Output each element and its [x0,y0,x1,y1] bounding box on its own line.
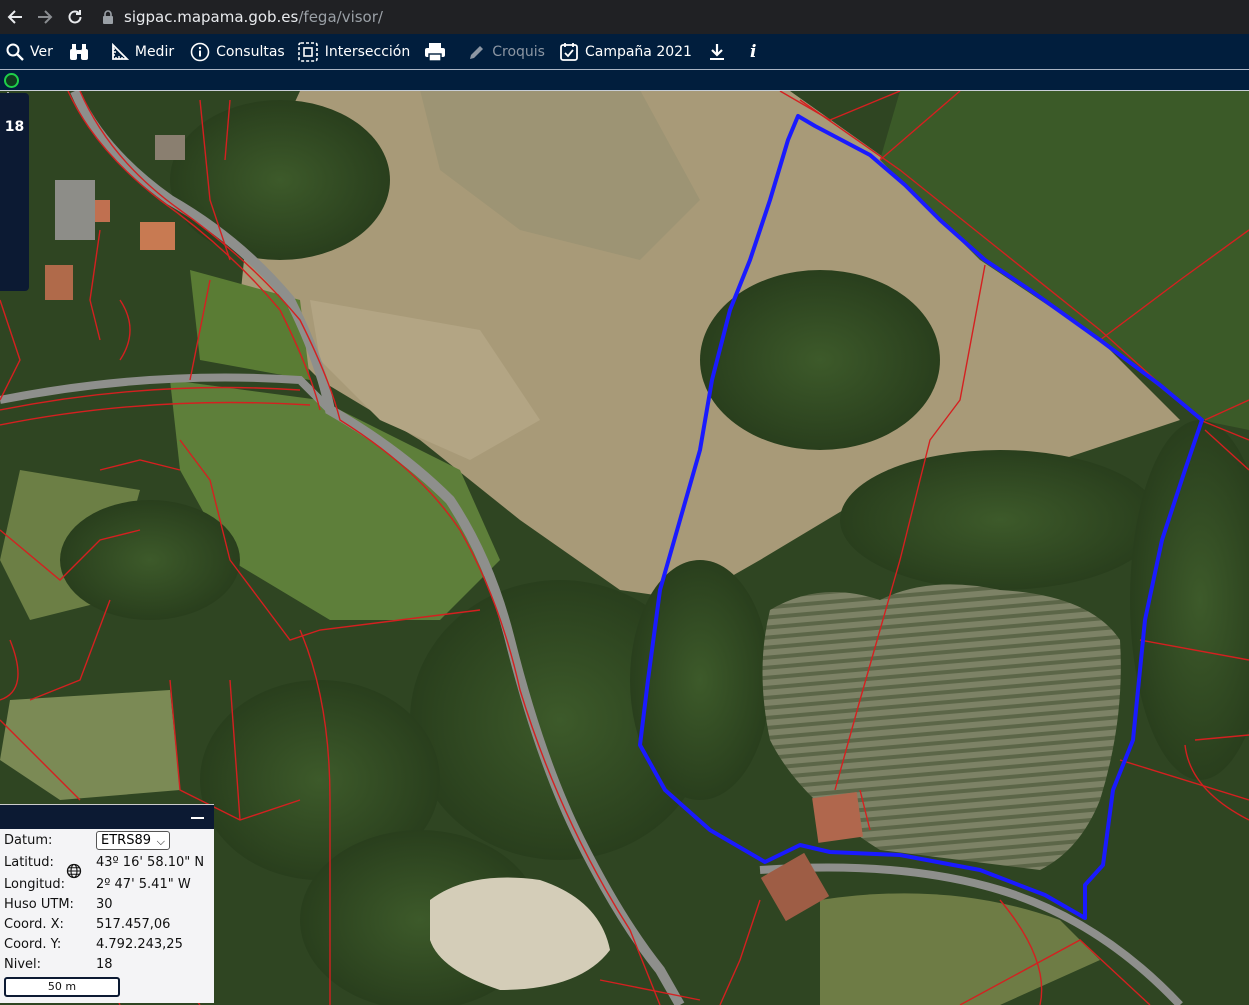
toolbar-info[interactable]: i [750,42,756,62]
info-italic-icon: i [749,41,757,62]
latitude-label: Latitud: [4,855,54,870]
toolbar-download[interactable] [708,43,732,61]
toolbar-croquis[interactable]: Croquis [468,43,545,61]
pencil-icon [470,45,484,59]
zoom-level-text: 18 [4,119,25,135]
browser-address-bar: sigpac.mapama.gob.es/fega/visor/ [0,0,1249,34]
zoom-level-indicator[interactable]: 18 [0,93,29,291]
toolbar-consultas[interactable]: Consultas [190,42,285,62]
forward-arrow-icon [38,10,53,24]
coord-x-value: 517.457,06 [96,917,171,932]
longitude-label: Longitud: [4,877,66,892]
huso-value: 30 [96,897,113,912]
binoculars-icon [69,43,88,60]
longitude-value: 2º 47' 5.41" W [96,877,191,892]
toolbar-print[interactable] [424,42,452,62]
toolbar-binoculars[interactable] [69,43,95,61]
search-icon [6,43,24,61]
app-toolbar: Ver Medir Consultas Intersección Croquis… [0,34,1249,70]
calendar-check-icon [560,42,578,61]
printer-icon [425,42,446,62]
toolbar-interseccion[interactable]: Intersección [297,41,410,63]
coord-y-label: Coord. Y: [4,937,62,952]
ruler-icon [111,42,129,60]
latitude-value: 43º 16' 58.10" N [96,855,205,870]
reload-icon [68,10,82,24]
chevron-down-icon: ⌵ [156,835,165,848]
toolbar-ver[interactable]: Ver [6,43,53,61]
info-circle-icon [190,42,210,61]
back-arrow-icon [7,10,22,24]
coord-y-value: 4.792.243,25 [96,937,183,952]
globe-icon[interactable] [66,863,82,879]
intersection-icon [297,41,318,62]
datum-select[interactable]: ETRS89 ⌵ [96,831,170,850]
minimize-icon[interactable] [191,817,204,819]
connection-status-icon [4,73,19,88]
lock-icon [103,10,113,24]
url-path: /fega/visor/ [298,8,383,26]
coordinates-panel: Datum: ETRS89 ⌵ Latitud: 43º 16' 58.10" … [0,804,214,1003]
nivel-label: Nivel: [4,957,42,972]
toolbar-campana[interactable]: Campaña 2021 [559,42,692,62]
datum-label: Datum: [4,833,53,848]
download-icon [709,43,724,60]
status-bar [0,70,1249,91]
datum-value: ETRS89 [101,833,151,848]
huso-label: Huso UTM: [4,897,74,912]
back-button[interactable] [0,2,30,32]
nivel-value: 18 [96,957,113,972]
forward-button[interactable] [30,2,60,32]
coordinates-panel-header [0,805,214,829]
url-host: sigpac.mapama.gob.es [124,8,299,26]
reload-button[interactable] [60,2,90,32]
coord-x-label: Coord. X: [4,917,64,932]
scale-label: 50 m [47,980,77,993]
toolbar-medir[interactable]: Medir [111,42,174,61]
scale-bar: 50 m [4,977,120,997]
url-bar[interactable]: sigpac.mapama.gob.es/fega/visor/ [98,3,1243,31]
